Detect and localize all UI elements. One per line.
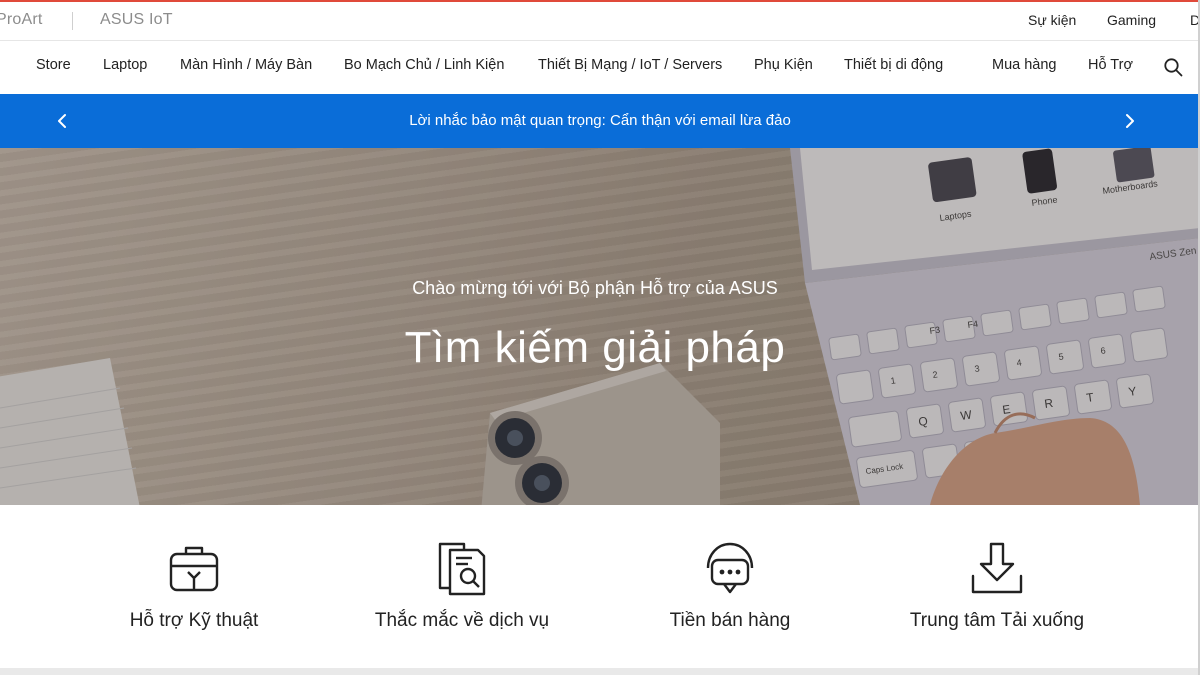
category-service-inquiry[interactable]: Thắc mắc về dịch vụ xyxy=(362,540,562,650)
chevron-right-icon[interactable] xyxy=(1120,112,1138,130)
category-technical-support[interactable]: Hỗ trợ Kỹ thuật xyxy=(94,540,294,650)
nav-item-shop[interactable]: Mua hàng xyxy=(992,57,1057,73)
asus-iot-logo[interactable]: ASUS IoT xyxy=(100,11,173,29)
banner-message[interactable]: Lời nhắc bảo mật quan trọng: Cẩn thận vớ… xyxy=(0,112,1200,129)
nav-item-laptop[interactable]: Laptop xyxy=(103,57,147,73)
category-label: Thắc mắc về dịch vụ xyxy=(374,610,550,631)
main-nav: Store Laptop Màn Hình / Máy Bàn Bo Mạch … xyxy=(0,41,1200,94)
category-download-center[interactable]: Trung tâm Tải xuống xyxy=(897,540,1097,650)
brand-divider xyxy=(72,12,73,30)
nav-item-monitors-desktops[interactable]: Màn Hình / Máy Bàn xyxy=(180,57,312,73)
proart-logo[interactable]: ProArt xyxy=(0,11,43,29)
nav-item-accessories[interactable]: Phụ Kiện xyxy=(754,57,813,73)
hero-title: Tìm kiếm giải pháp xyxy=(404,323,786,372)
category-pre-sales[interactable]: Tiền bán hàng xyxy=(630,540,830,650)
hero-subtitle: Chào mừng tới với Bộ phận Hỗ trợ của ASU… xyxy=(412,278,778,298)
category-label: Tiền bán hàng xyxy=(669,610,791,631)
chat-bubble-icon xyxy=(706,542,754,594)
top-bar: ProArt ASUS IoT Sự kiện Gaming D xyxy=(0,2,1200,41)
nav-item-support[interactable]: Hỗ Trợ xyxy=(1088,57,1133,73)
security-alert-banner: Lời nhắc bảo mật quan trọng: Cẩn thận vớ… xyxy=(0,94,1200,148)
category-label: Hỗ trợ Kỹ thuật xyxy=(129,610,259,631)
search-icon[interactable] xyxy=(1163,57,1183,77)
nav-item-mobile[interactable]: Thiết bị di động xyxy=(844,57,943,73)
toplink-gaming[interactable]: Gaming xyxy=(1107,12,1156,28)
hero-section: Laptops Phone Motherboards ASUS Zen F3 F… xyxy=(0,148,1200,505)
toolbox-icon xyxy=(169,546,219,592)
toplink-events[interactable]: Sự kiện xyxy=(1028,12,1076,28)
nav-item-networking[interactable]: Thiết Bị Mạng / IoT / Servers xyxy=(538,57,722,73)
document-search-icon xyxy=(438,542,486,596)
nav-item-motherboards[interactable]: Bo Mạch Chủ / Linh Kiện xyxy=(344,57,504,73)
download-icon xyxy=(971,542,1023,594)
category-label: Trung tâm Tải xuống xyxy=(909,610,1085,631)
bottom-divider xyxy=(0,668,1200,675)
nav-item-store[interactable]: Store xyxy=(36,57,71,73)
